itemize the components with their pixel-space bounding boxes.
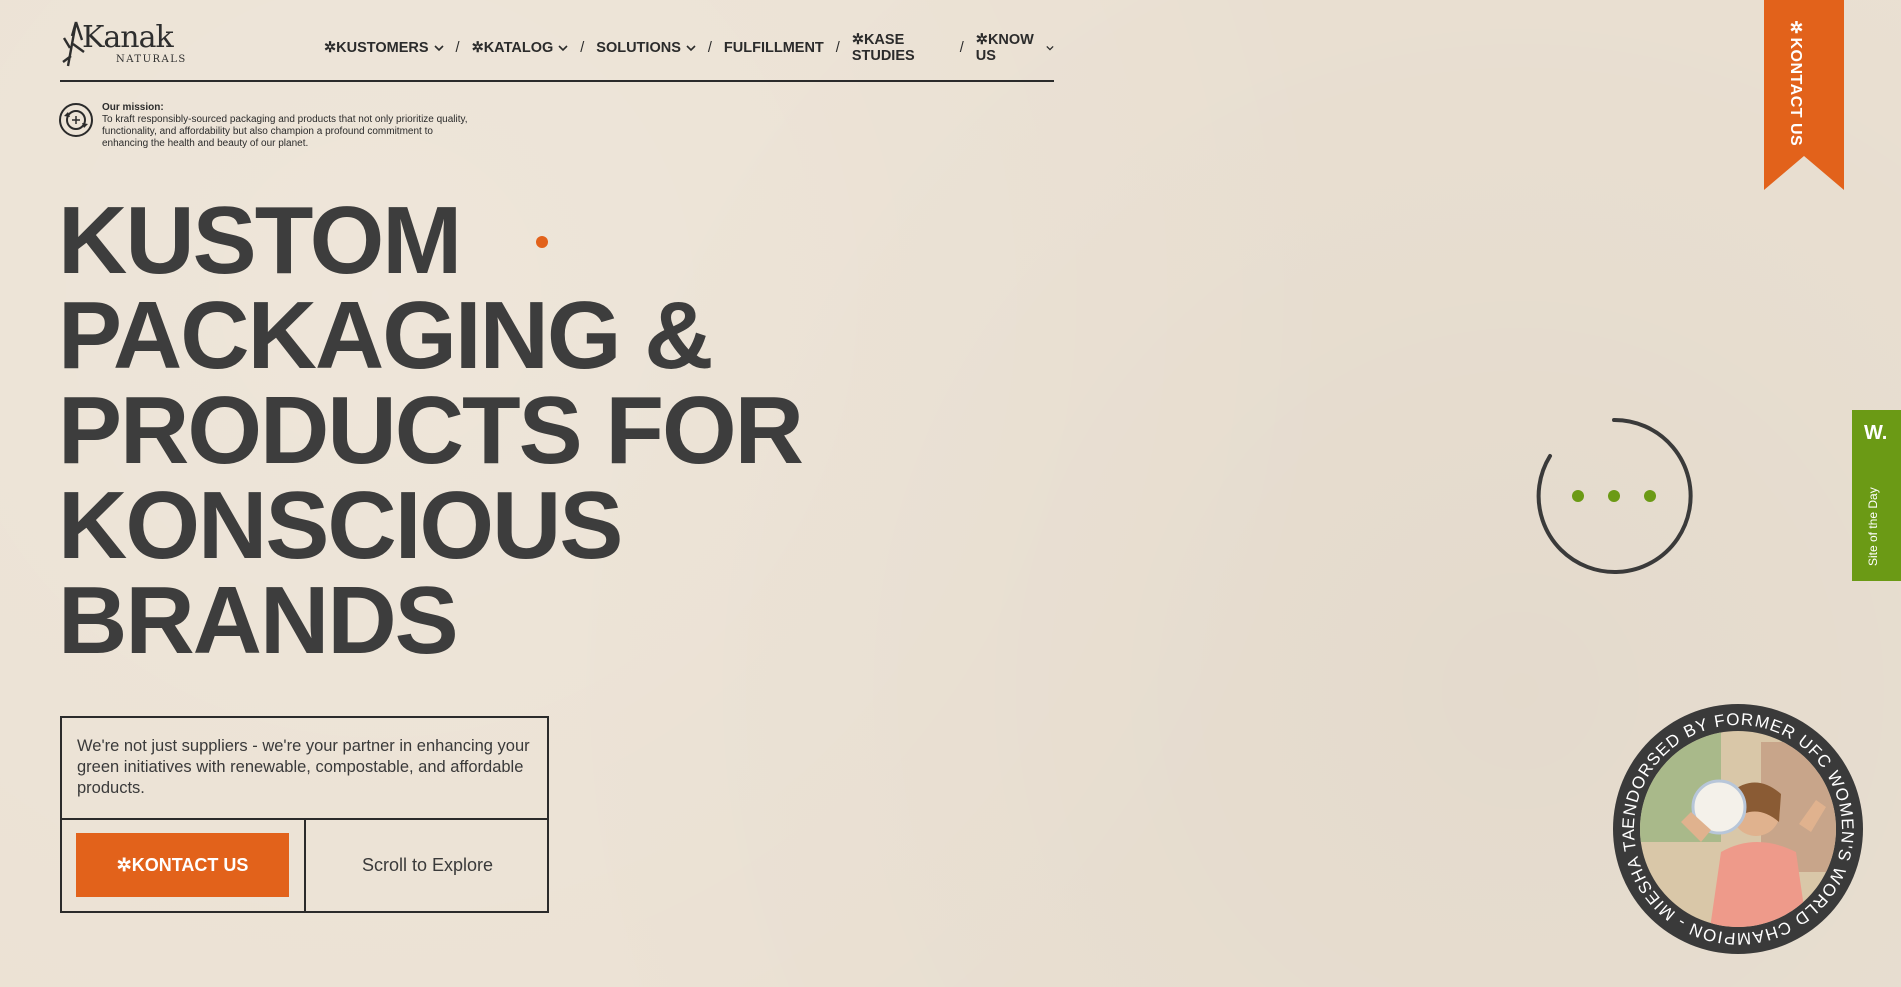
- nav-item-solutions[interactable]: SOLUTIONS: [596, 40, 696, 56]
- nav-label: SOLUTIONS: [596, 40, 681, 56]
- loading-spinner-icon: [1536, 417, 1693, 574]
- hero-headline: KUSTOM PACKAGING & PRODUCTS FOR KONSCIOU…: [58, 187, 804, 674]
- nav-separator: /: [959, 40, 964, 56]
- cta-description: We're not just suppliers - we're your pa…: [77, 737, 530, 797]
- endorser-photo: [1640, 731, 1836, 927]
- nav-label: FULFILLMENT: [723, 40, 824, 56]
- site-of-the-day-label: Site of the Day: [1866, 487, 1880, 566]
- hero-line: KONSCIOUS: [58, 472, 623, 579]
- awwwards-w-icon: W.: [1864, 422, 1888, 444]
- nav-item-kase-studies[interactable]: ✲KASE STUDIES: [852, 32, 948, 64]
- nav-item-fulfillment[interactable]: FULFILLMENT: [724, 40, 824, 56]
- brand-logo[interactable]: Kanak NATURALS: [60, 18, 185, 67]
- nav-label: ✲KASE STUDIES: [851, 32, 915, 64]
- nav-separator: /: [455, 40, 460, 56]
- chevron-down-icon: [558, 45, 568, 52]
- chevron-down-icon: [433, 45, 444, 52]
- nav-item-kustomers[interactable]: ✲KUSTOMERS: [324, 40, 444, 56]
- site-header: Kanak NATURALS ✲KUSTOMERS / ✲KATALOG / S…: [60, 14, 1054, 82]
- nav-label: ✲KATALOG: [471, 40, 554, 56]
- hero-line: PRODUCTS FOR: [58, 377, 804, 484]
- mission-statement: Our mission: To kraft responsibly-source…: [58, 102, 478, 150]
- hero-line: PACKAGING &: [58, 282, 714, 389]
- mission-body: To kraft responsibly-sourced packaging a…: [102, 114, 468, 149]
- mission-text: Our mission: To kraft responsibly-source…: [102, 102, 478, 150]
- chevron-down-icon: [1046, 45, 1054, 51]
- nav-label: ✲KNOW US: [975, 32, 1034, 64]
- chevron-down-icon: [686, 45, 696, 52]
- nav-item-know-us[interactable]: ✲KNOW US: [976, 32, 1054, 64]
- nav-separator: /: [707, 40, 712, 56]
- mission-title: Our mission:: [102, 102, 164, 113]
- main-nav: ✲KUSTOMERS / ✲KATALOG / SOLUTIONS / FULF…: [324, 32, 1054, 64]
- nav-separator: /: [580, 40, 585, 56]
- endorsement-badge: ENDORSED BY FORMER UFC WOMEN'S WORLD CHA…: [1611, 702, 1863, 954]
- brand-subtitle: NATURALS: [116, 54, 187, 65]
- hero-line: KUSTOM: [58, 187, 462, 294]
- site-of-the-day-badge[interactable]: W. Site of the Day: [1852, 410, 1901, 581]
- scroll-to-explore-link[interactable]: Scroll to Explore: [306, 818, 549, 913]
- nav-separator: /: [835, 40, 840, 56]
- cta-box: We're not just suppliers - we're your pa…: [60, 716, 549, 913]
- hero-line: BRANDS: [58, 567, 459, 674]
- nav-label: ✲KUSTOMERS: [324, 40, 429, 56]
- brand-name: Kanak: [82, 20, 174, 55]
- kontact-us-button[interactable]: ✲KONTACT US: [76, 833, 289, 897]
- ribbon-label[interactable]: ✲KONTACT US: [1786, 18, 1805, 146]
- accent-dot: [536, 236, 548, 248]
- recycle-globe-icon: [59, 103, 93, 137]
- nav-item-katalog[interactable]: ✲KATALOG: [472, 40, 569, 56]
